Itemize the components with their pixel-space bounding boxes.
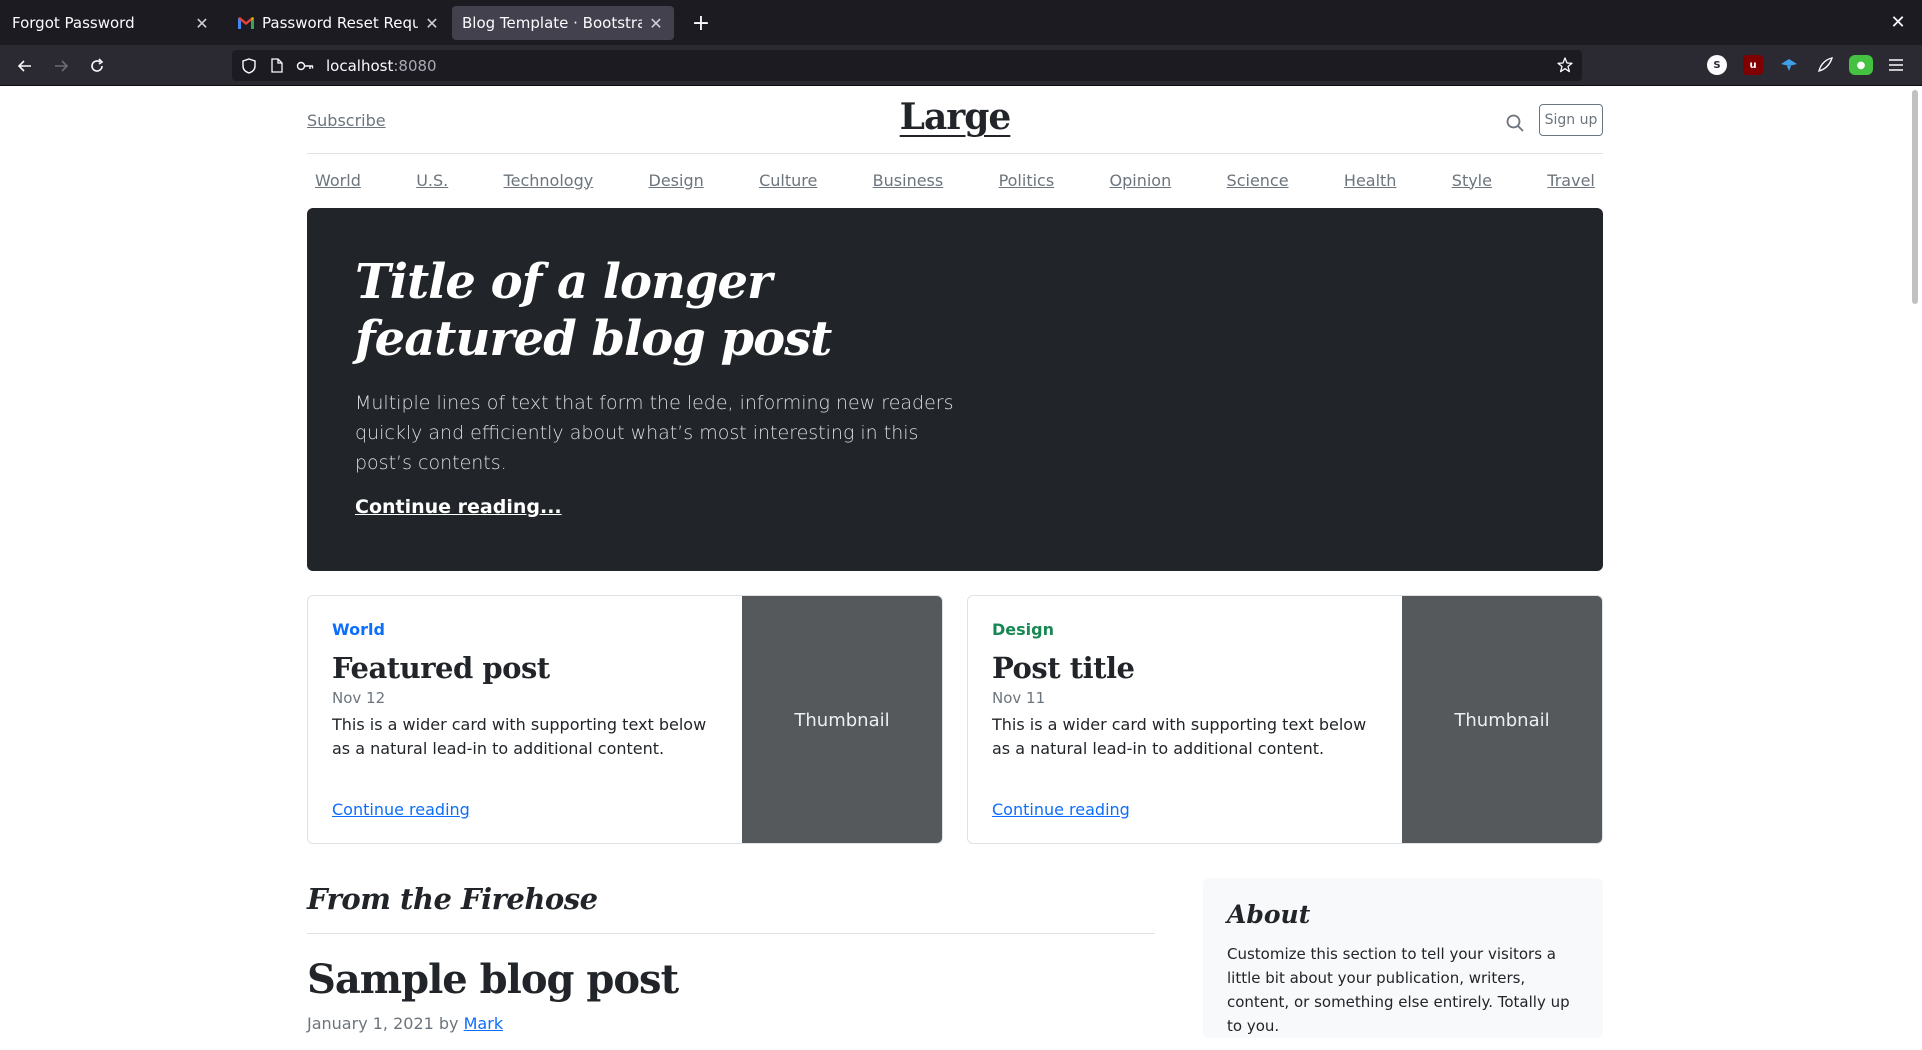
card-category: World xyxy=(332,620,385,639)
menu-icon[interactable] xyxy=(1886,55,1906,75)
close-icon[interactable]: ✕ xyxy=(648,14,664,33)
new-tab-button[interactable]: + xyxy=(684,6,718,40)
back-icon[interactable] xyxy=(10,51,40,81)
blog-header: Subscribe Large Sign up xyxy=(307,86,1603,154)
hero-continue-link[interactable]: Continue reading... xyxy=(355,496,562,518)
post-author-link[interactable]: Mark xyxy=(464,1014,503,1033)
featured-hero: Title of a longer featured blog post Mul… xyxy=(307,208,1603,571)
nav-item-science[interactable]: Science xyxy=(1227,171,1289,190)
card-date: Nov 12 xyxy=(332,689,386,707)
card-title: Post title xyxy=(992,651,1135,685)
firehose-heading: From the Firehose xyxy=(307,874,1155,934)
search-icon[interactable] xyxy=(1503,111,1527,135)
nav-item-opinion[interactable]: Opinion xyxy=(1110,171,1172,190)
nav-item-design[interactable]: Design xyxy=(649,171,704,190)
hero-title: Title of a longer featured blog post xyxy=(355,254,832,367)
url-port: :8080 xyxy=(393,56,437,75)
forward-icon[interactable] xyxy=(46,51,76,81)
post-meta: January 1, 2021 by Mark xyxy=(307,1014,503,1033)
site-logo: Large xyxy=(307,96,1603,138)
card-thumbnail: Thumbnail xyxy=(1402,596,1602,843)
extension-s-icon[interactable]: S xyxy=(1707,55,1727,75)
tab-label: Blog Template · Bootstrap v5 xyxy=(462,14,642,32)
browser-toolbar: localhost:8080 S u ● xyxy=(0,45,1922,86)
nav-item-business[interactable]: Business xyxy=(873,171,944,190)
gmail-icon xyxy=(238,16,254,30)
category-nav: World U.S. Technology Design Culture Bus… xyxy=(307,154,1603,206)
hero-lede: Multiple lines of text that form the led… xyxy=(355,392,954,474)
url-text[interactable]: localhost:8080 xyxy=(326,57,437,75)
ublock-icon[interactable]: u xyxy=(1743,55,1763,75)
nav-item-style[interactable]: Style xyxy=(1452,171,1492,190)
post-title: Sample blog post xyxy=(307,956,679,1003)
page-icon[interactable] xyxy=(266,55,288,77)
tab-password-reset[interactable]: Password Reset Request ✕ xyxy=(228,6,450,40)
about-text: Customize this section to tell your visi… xyxy=(1227,945,1570,1035)
card-category: Design xyxy=(992,620,1054,639)
page-viewport: Subscribe Large Sign up World U.S. Techn… xyxy=(0,86,1908,1050)
url-host: localhost xyxy=(326,56,394,75)
extension-leaf-icon[interactable] xyxy=(1815,55,1835,75)
about-title: About xyxy=(1227,900,1311,929)
card-title: Featured post xyxy=(332,651,550,685)
window-close-icon[interactable]: ✕ xyxy=(1884,8,1912,36)
scrollbar-thumb[interactable] xyxy=(1912,90,1918,304)
tab-label: Password Reset Request xyxy=(262,14,418,32)
card-body: World Featured post Nov 12 This is a wid… xyxy=(332,620,732,761)
card-body: Design Post title Nov 11 This is a wider… xyxy=(992,620,1392,761)
tab-label: Forgot Password xyxy=(12,14,135,32)
tab-blog-template[interactable]: Blog Template · Bootstrap v5 ✕ xyxy=(452,6,674,40)
key-icon[interactable] xyxy=(294,55,316,77)
card-continue-link[interactable]: Continue reading xyxy=(992,800,1130,819)
close-icon[interactable]: ✕ xyxy=(424,14,440,33)
featured-card: World Featured post Nov 12 This is a wid… xyxy=(307,595,943,844)
reload-icon[interactable] xyxy=(82,51,112,81)
page-container: Subscribe Large Sign up World U.S. Techn… xyxy=(307,86,1603,1050)
shield-icon[interactable] xyxy=(238,55,260,77)
card-continue-link[interactable]: Continue reading xyxy=(332,800,470,819)
nav-item-politics[interactable]: Politics xyxy=(999,171,1055,190)
extension-green-icon[interactable]: ● xyxy=(1849,55,1873,75)
nav-item-technology[interactable]: Technology xyxy=(504,171,594,190)
url-bar[interactable]: localhost:8080 xyxy=(232,50,1582,81)
card-thumbnail: Thumbnail xyxy=(742,596,942,843)
about-box: About Customize this section to tell you… xyxy=(1203,878,1603,1038)
bookmark-star-icon[interactable] xyxy=(1554,54,1576,76)
tab-bar: Forgot Password ✕ Password Reset Request… xyxy=(0,0,1922,45)
extension-bird-icon[interactable] xyxy=(1779,55,1799,75)
close-icon[interactable]: ✕ xyxy=(194,14,210,33)
nav-item-us[interactable]: U.S. xyxy=(416,171,448,190)
card-text: This is a wider card with supporting tex… xyxy=(332,715,707,758)
nav-item-world[interactable]: World xyxy=(315,171,361,190)
post-date: January 1, 2021 by xyxy=(307,1014,459,1033)
site-logo-link[interactable]: Large xyxy=(900,96,1012,138)
sign-up-button[interactable]: Sign up xyxy=(1539,104,1603,136)
card-date: Nov 11 xyxy=(992,689,1046,707)
tab-forgot-password[interactable]: Forgot Password ✕ xyxy=(2,6,220,40)
nav-item-travel[interactable]: Travel xyxy=(1547,171,1595,190)
nav-item-health[interactable]: Health xyxy=(1344,171,1397,190)
card-text: This is a wider card with supporting tex… xyxy=(992,715,1367,758)
nav-item-culture[interactable]: Culture xyxy=(759,171,817,190)
page-scrollbar[interactable] xyxy=(1908,86,1922,1050)
post-card: Design Post title Nov 11 This is a wider… xyxy=(967,595,1603,844)
